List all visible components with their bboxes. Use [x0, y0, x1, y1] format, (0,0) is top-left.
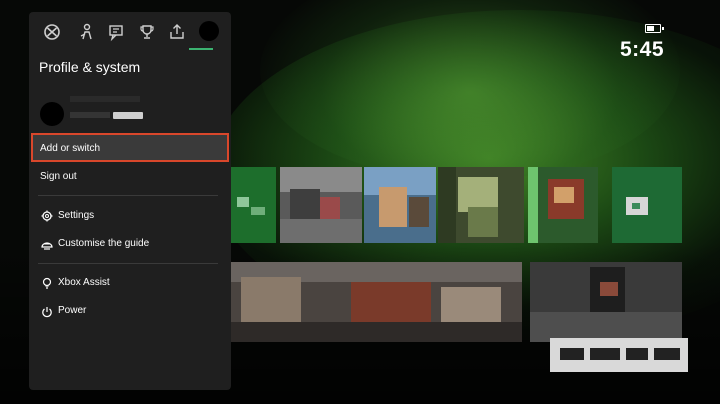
- add-or-switch-button[interactable]: Add or switch: [40, 143, 100, 154]
- game-tile-large[interactable]: [231, 262, 522, 342]
- sign-out-button[interactable]: Sign out: [40, 171, 77, 182]
- gamertag-redacted: [70, 112, 110, 118]
- power-icon: [41, 305, 53, 318]
- game-tile[interactable]: [528, 167, 598, 243]
- gear-icon: [41, 209, 53, 222]
- customise-guide-button[interactable]: Customise the guide: [58, 238, 149, 249]
- promo-banner[interactable]: [550, 338, 688, 372]
- share-icon[interactable]: [166, 21, 188, 43]
- profile-name-redacted: [70, 96, 140, 102]
- divider: [38, 195, 218, 196]
- people-icon[interactable]: [75, 21, 97, 43]
- game-tile[interactable]: [280, 167, 362, 243]
- lightbulb-icon: [41, 276, 53, 289]
- controller-guide-icon: [41, 238, 53, 250]
- active-tab-indicator: [189, 48, 213, 50]
- settings-button[interactable]: Settings: [58, 210, 94, 221]
- chat-icon[interactable]: [105, 21, 127, 43]
- game-tile[interactable]: [364, 167, 436, 243]
- guide-tabs: [0, 0, 219, 50]
- game-tile[interactable]: [438, 167, 524, 243]
- xbox-logo-icon[interactable]: [41, 21, 63, 43]
- game-tile[interactable]: [612, 167, 682, 243]
- power-button[interactable]: Power: [58, 305, 86, 316]
- trophy-icon[interactable]: [136, 21, 158, 43]
- game-tile[interactable]: [530, 262, 682, 342]
- game-tile[interactable]: [231, 167, 276, 243]
- xbox-assist-button[interactable]: Xbox Assist: [58, 277, 110, 288]
- panel-title: Profile & system: [39, 59, 141, 75]
- profile-avatar-icon[interactable]: [199, 21, 219, 41]
- ultimate-badge: [113, 112, 143, 119]
- divider: [38, 263, 218, 264]
- avatar[interactable]: [40, 102, 64, 126]
